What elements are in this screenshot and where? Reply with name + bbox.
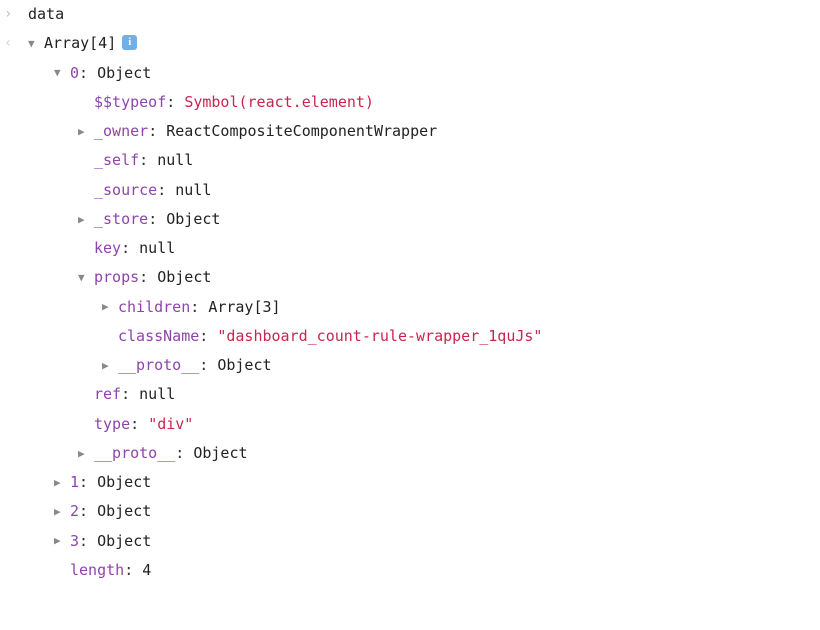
tree-value: ReactCompositeComponentWrapper (166, 117, 437, 146)
tree-item-classname[interactable]: className: "dashboard_count-rule-wrapper… (0, 322, 820, 351)
tree-key: children (118, 293, 190, 322)
tree-value: null (157, 146, 193, 175)
tree-item-typeof[interactable]: $$typeof: Symbol(react.element) (0, 88, 820, 117)
tree-value: Object (97, 497, 151, 526)
disclosure-triangle-open-icon[interactable]: ▼ (28, 33, 40, 54)
info-badge-icon[interactable]: i (122, 35, 137, 50)
tree-key: type (94, 410, 130, 439)
tree-item-store[interactable]: ▶ _store: Object (0, 205, 820, 234)
tree-key: __proto__ (118, 351, 199, 380)
tree-key: className (118, 322, 199, 351)
tree-key: ref (94, 380, 121, 409)
tree-item-2[interactable]: ▶ 2: Object (0, 497, 820, 526)
tree-item-0[interactable]: ▼ 0: Object (0, 59, 820, 88)
tree-value: 4 (142, 556, 151, 585)
tree-item-self[interactable]: _self: null (0, 146, 820, 175)
tree-key: $$typeof (94, 88, 166, 117)
output-caret-icon: ‹ (0, 30, 28, 57)
tree-value: Object (157, 263, 211, 292)
disclosure-triangle-closed-icon[interactable]: ▶ (78, 209, 90, 230)
tree-key: _self (94, 146, 139, 175)
tree-item-source[interactable]: _source: null (0, 176, 820, 205)
tree-value: Array[3] (208, 293, 280, 322)
tree-key: length (70, 556, 124, 585)
tree-key: props (94, 263, 139, 292)
tree-value: Object (97, 468, 151, 497)
tree-item-owner[interactable]: ▶ _owner: ReactCompositeComponentWrapper (0, 117, 820, 146)
array-label: Array[4] (44, 29, 116, 58)
tree-value: Symbol(react.element) (184, 88, 374, 117)
tree-value: Object (166, 205, 220, 234)
tree-key: _owner (94, 117, 148, 146)
console-output-row[interactable]: ‹ ▼ Array[4] i (0, 29, 820, 58)
tree-key: 0 (70, 59, 79, 88)
disclosure-triangle-closed-icon[interactable]: ▶ (54, 530, 66, 551)
disclosure-triangle-closed-icon[interactable]: ▶ (54, 472, 66, 493)
tree-item-children[interactable]: ▶ children: Array[3] (0, 293, 820, 322)
tree-item-3[interactable]: ▶ 3: Object (0, 527, 820, 556)
tree-key: 3 (70, 527, 79, 556)
tree-item-1[interactable]: ▶ 1: Object (0, 468, 820, 497)
disclosure-triangle-closed-icon[interactable]: ▶ (54, 501, 66, 522)
tree-key: _store (94, 205, 148, 234)
disclosure-triangle-closed-icon[interactable]: ▶ (78, 443, 90, 464)
disclosure-triangle-open-icon[interactable]: ▼ (78, 267, 90, 288)
console-input-text: data (28, 0, 64, 29)
tree-key: 2 (70, 497, 79, 526)
prompt-caret-icon: › (0, 1, 28, 28)
tree-item-proto-outer[interactable]: ▶ __proto__: Object (0, 439, 820, 468)
tree-item-key[interactable]: key: null (0, 234, 820, 263)
tree-value: "div" (148, 410, 193, 439)
tree-value: Object (97, 59, 151, 88)
tree-value: "dashboard_count-rule-wrapper_1quJs" (217, 322, 542, 351)
tree-item-type[interactable]: type: "div" (0, 410, 820, 439)
disclosure-triangle-closed-icon[interactable]: ▶ (102, 355, 114, 376)
tree-item-ref[interactable]: ref: null (0, 380, 820, 409)
disclosure-triangle-closed-icon[interactable]: ▶ (78, 121, 90, 142)
tree-key: _source (94, 176, 157, 205)
tree-item-props[interactable]: ▼ props: Object (0, 263, 820, 292)
tree-value: null (175, 176, 211, 205)
tree-key: __proto__ (94, 439, 175, 468)
tree-value: null (139, 234, 175, 263)
tree-key: key (94, 234, 121, 263)
tree-value: Object (97, 527, 151, 556)
disclosure-triangle-open-icon[interactable]: ▼ (54, 62, 66, 83)
tree-value: Object (217, 351, 271, 380)
tree-item-proto-inner[interactable]: ▶ __proto__: Object (0, 351, 820, 380)
disclosure-triangle-closed-icon[interactable]: ▶ (102, 296, 114, 317)
tree-key: 1 (70, 468, 79, 497)
tree-value: null (139, 380, 175, 409)
console-input-row: › data (0, 0, 820, 29)
tree-item-length[interactable]: length: 4 (0, 556, 820, 585)
tree-value: Object (193, 439, 247, 468)
